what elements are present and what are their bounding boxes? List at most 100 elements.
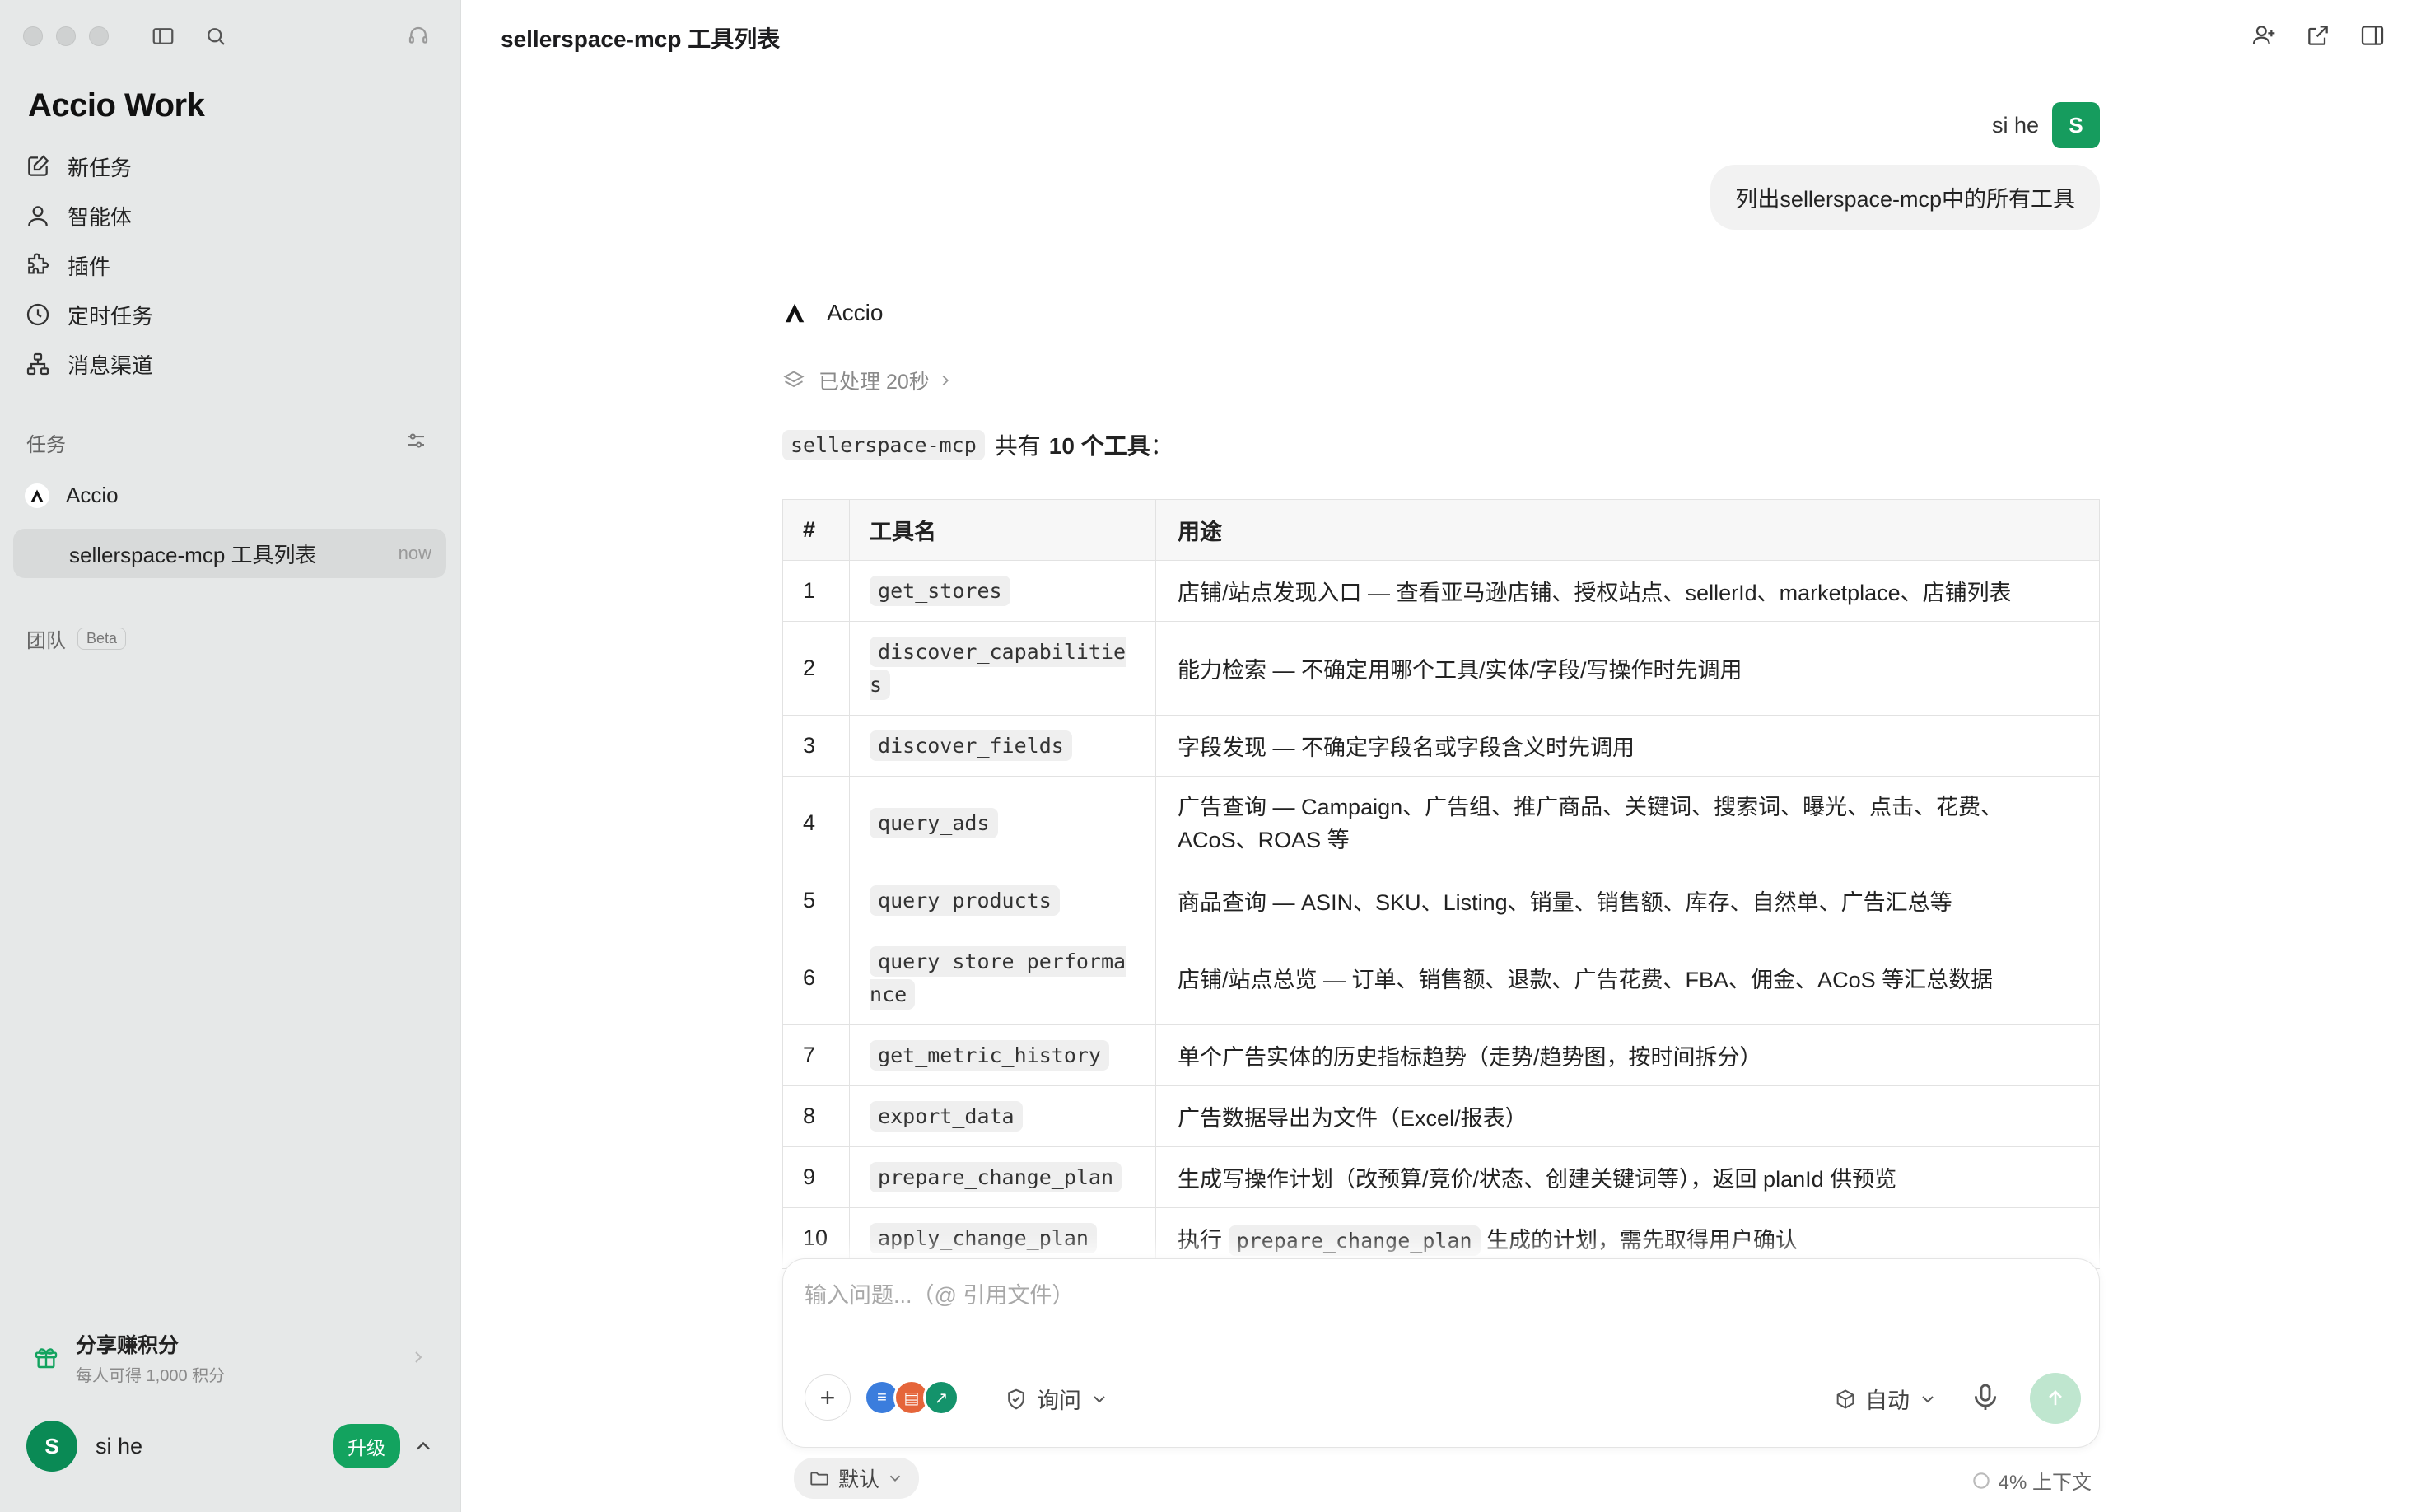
processing-status[interactable]: 已处理 20秒 [782, 366, 968, 395]
table-row: 7 get_metric_history 单个广告实体的历史指标趋势（走势/趋势… [781, 1024, 2100, 1086]
puzzle-icon [28, 253, 49, 274]
channel-icon [26, 352, 49, 376]
progress-ring-icon [1972, 1472, 1990, 1489]
column-header-tool: 工具名 [849, 499, 1157, 561]
ask-mode-label: 询问 [1037, 1388, 1081, 1413]
table-row: 1 get_stores 店铺/站点发现入口 — 查看亚马逊店铺、授权站点、se… [781, 560, 2100, 622]
tool-name: get_metric_history [870, 1039, 1109, 1071]
open-external-icon[interactable] [2302, 20, 2334, 51]
nav-new-task[interactable]: 新任务 [25, 142, 436, 191]
beta-badge: Beta [77, 628, 127, 650]
nav-label: 定时任务 [68, 303, 154, 329]
chevron-up-icon[interactable] [412, 1435, 435, 1458]
chevron-down-icon [1922, 1395, 1934, 1402]
message-composer[interactable]: 输入问题...（@ 引用文件） + ≡ ▤ ↗ 询问 自动 [782, 1258, 2100, 1448]
task-group-accio[interactable]: Accio [25, 483, 119, 508]
processing-label: 已处理 20秒 [819, 371, 930, 394]
close-window-button[interactable] [23, 26, 43, 46]
microphone-icon[interactable] [1969, 1381, 2002, 1414]
nav-message-channels[interactable]: 消息渠道 [25, 339, 436, 389]
row-index: 4 [781, 776, 851, 870]
nav-scheduled-tasks[interactable]: 定时任务 [25, 290, 436, 339]
share-subtitle: 每人可得 1,000 积分 [76, 1366, 226, 1385]
team-label: 团队 [26, 630, 66, 652]
user-message-bubble: 列出sellerspace-mcp中的所有工具 [1710, 165, 2100, 230]
gift-icon [35, 1348, 58, 1369]
model-selector[interactable]: 自动 [1834, 1383, 1938, 1415]
user-message-name: si he [1991, 112, 2039, 138]
add-attachment-button[interactable]: + [805, 1374, 851, 1421]
upgrade-button[interactable]: 升级 [333, 1424, 400, 1468]
share-rewards-banner[interactable]: 分享赚积分 每人可得 1,000 积分 [33, 1331, 428, 1385]
column-header-purpose: 用途 [1155, 499, 2100, 561]
layers-icon [783, 371, 805, 388]
tool-name: get_stores [870, 575, 1010, 606]
tool-description: 广告数据导出为文件（Excel/报表） [1155, 1085, 2100, 1147]
tool-description: 广告查询 — Campaign、广告组、推广商品、关键词、搜索词、曝光、点击、花… [1155, 776, 2100, 870]
zoom-window-button[interactable] [89, 26, 109, 46]
tool-name: discover_capabilities [870, 636, 1127, 700]
table-row: 9 prepare_change_plan 生成写操作计划（改预算/竞价/状态、… [781, 1146, 2100, 1208]
table-row: 2 discover_capabilities 能力检索 — 不确定用哪个工具/… [781, 621, 2100, 716]
search-icon[interactable] [201, 21, 231, 51]
assistant-intro: sellerspace-mcp 共有 10 个工具 ： [782, 428, 1173, 461]
send-button[interactable] [2030, 1373, 2081, 1424]
header-actions [2248, 20, 2388, 51]
row-index: 5 [781, 870, 851, 931]
shield-check-icon [1008, 1388, 1024, 1409]
tool-description: 单个广告实体的历史指标趋势（走势/趋势图，按时间拆分） [1155, 1024, 2100, 1086]
nav-label: 消息渠道 [68, 352, 154, 378]
assistant-name: Accio [827, 300, 884, 325]
chevron-right-icon [415, 1351, 422, 1363]
avatar: S [26, 1421, 77, 1472]
share-title: 分享赚积分 [76, 1333, 180, 1357]
support-icon[interactable] [404, 21, 433, 51]
user-profile[interactable]: S si he 升级 [26, 1420, 435, 1472]
accio-logo-icon [785, 303, 805, 323]
chevron-right-icon [942, 375, 949, 386]
nav-agents[interactable]: 智能体 [25, 191, 436, 240]
model-label: 自动 [1865, 1388, 1910, 1413]
avatar: S [2052, 102, 2100, 148]
add-member-icon[interactable] [2248, 20, 2279, 51]
page-title: sellerspace-mcp 工具列表 [501, 26, 781, 52]
row-index: 6 [781, 931, 851, 1025]
arrow-up-icon [2049, 1390, 2062, 1406]
minimize-window-button[interactable] [56, 26, 76, 46]
task-item-active[interactable]: sellerspace-mcp 工具列表 now [13, 529, 446, 578]
team-section[interactable]: 团队 Beta [26, 624, 127, 653]
workspace-selector[interactable]: 默认 [794, 1458, 920, 1499]
task-title: sellerspace-mcp 工具列表 [69, 542, 317, 567]
table-row: 6 query_store_performance 店铺/站点总览 — 订单、销… [781, 931, 2100, 1025]
tool-description: 商品查询 — ASIN、SKU、Listing、销量、销售额、库存、自然单、广告… [1155, 870, 2100, 931]
edit-icon [28, 155, 49, 176]
workspace-label: 默认 [838, 1468, 880, 1491]
tool-description: 字段发现 — 不确定字段名或字段含义时先调用 [1155, 715, 2100, 777]
intro-suffix: ： [1150, 433, 1173, 459]
chevron-down-icon [1094, 1395, 1105, 1402]
chevron-down-icon [889, 1475, 901, 1482]
ask-mode-selector[interactable]: 询问 [1004, 1383, 1109, 1415]
sidebar: Accio Work 新任务 智能体 插件 定时任务 消息渠道 任务 Accio [0, 0, 461, 1512]
row-index: 1 [781, 560, 851, 622]
main-panel: sellerspace-mcp 工具列表 si he S 列出sellerspa… [461, 0, 2421, 1512]
tool-description: 店铺/站点总览 — 订单、销售额、退款、广告花费、FBA、佣金、ACoS 等汇总… [1155, 931, 2100, 1025]
tool-name: query_store_performance [870, 945, 1127, 1010]
tool-description: 店铺/站点发现入口 — 查看亚马逊店铺、授权站点、sellerId、market… [1155, 560, 2100, 622]
table-row: 8 export_data 广告数据导出为文件（Excel/报表） [781, 1085, 2100, 1147]
row-index: 7 [781, 1024, 851, 1086]
filter-icon[interactable] [404, 428, 428, 453]
nav-label: 插件 [68, 254, 111, 279]
connected-apps[interactable]: ≡ ▤ ↗ [864, 1379, 959, 1416]
row-index: 2 [781, 621, 851, 716]
task-time: now [398, 543, 431, 563]
row-index: 9 [781, 1146, 851, 1208]
nav-plugins[interactable]: 插件 [25, 240, 436, 290]
toggle-sidebar-icon[interactable] [148, 21, 178, 51]
toggle-panel-icon[interactable] [2357, 20, 2388, 51]
cube-icon [1836, 1388, 1854, 1409]
composer-input[interactable]: 输入问题...（@ 引用文件） [805, 1277, 1074, 1309]
tool-name: prepare_change_plan [870, 1161, 1122, 1192]
column-header-index: # [781, 499, 851, 561]
tool-name: discover_fields [870, 730, 1072, 761]
